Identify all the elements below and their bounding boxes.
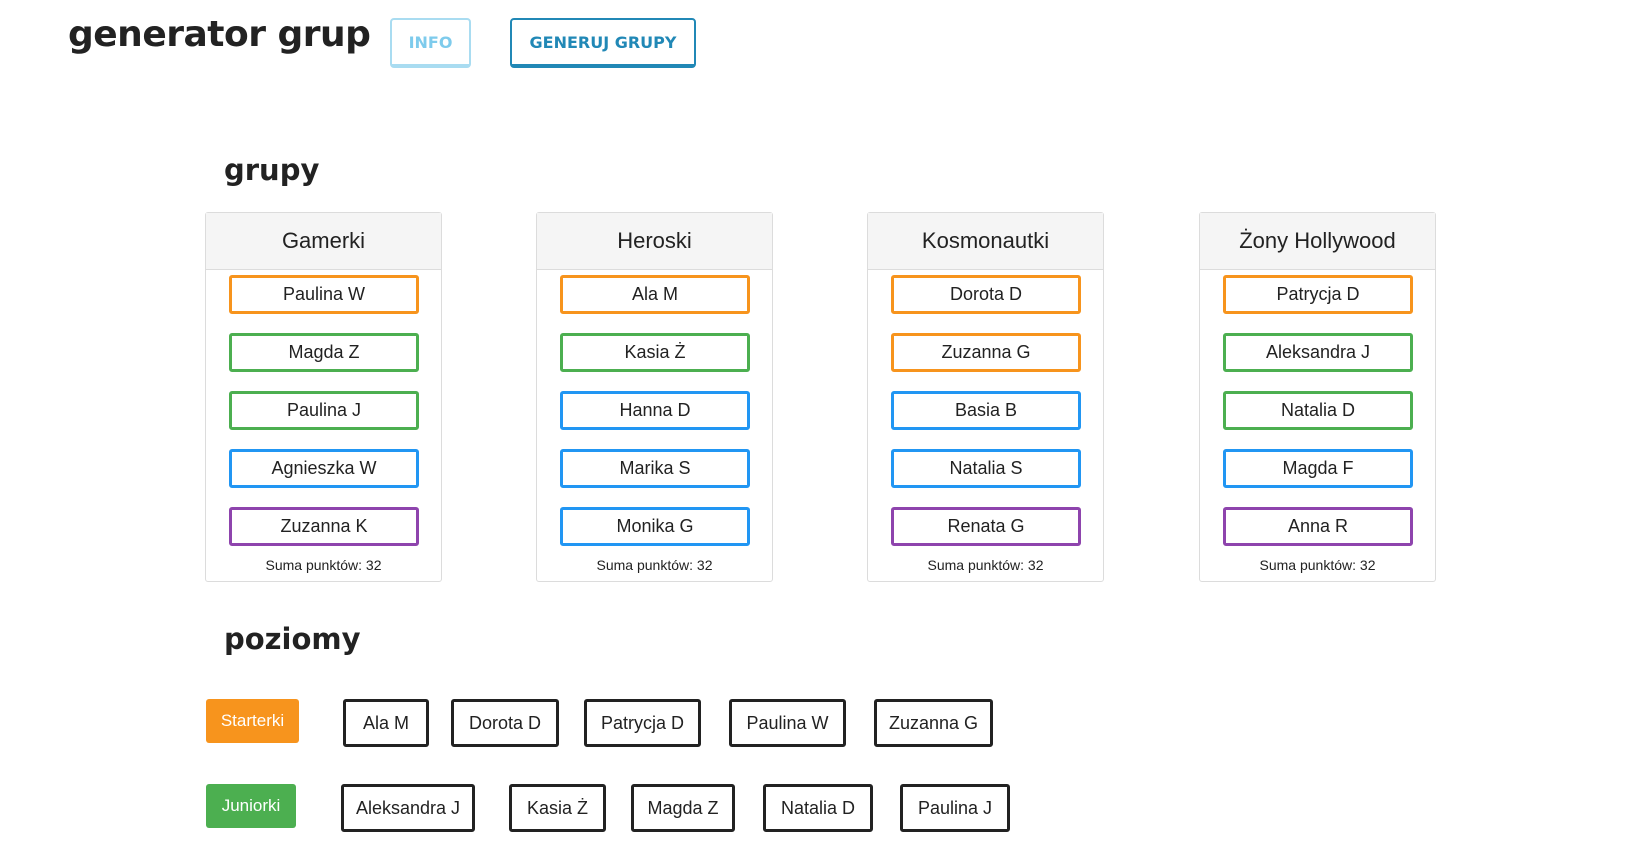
group-card: Gamerki Paulina W Magda Z Paulina J Agni…: [205, 212, 442, 582]
group-members: Patrycja D Aleksandra J Natalia D Magda …: [1223, 275, 1413, 565]
member-chip[interactable]: Renata G: [891, 507, 1081, 546]
member-chip[interactable]: Magda Z: [229, 333, 419, 372]
group-points-sum: Suma punktów: 32: [596, 557, 713, 573]
group-points-sum: Suma punktów: 32: [265, 557, 382, 573]
member-chip[interactable]: Natalia D: [1223, 391, 1413, 430]
level-member-chip[interactable]: Patrycja D: [584, 699, 701, 747]
member-chip[interactable]: Aleksandra J: [1223, 333, 1413, 372]
levels-section-title: poziomy: [224, 622, 361, 656]
level-member-chip[interactable]: Magda Z: [631, 784, 735, 832]
group-card: Żony Hollywood Patrycja D Aleksandra J N…: [1199, 212, 1436, 582]
member-chip[interactable]: Paulina W: [229, 275, 419, 314]
info-button[interactable]: INFO: [390, 18, 471, 68]
app-header: generator grup INFO GENERUJ GRUPY: [0, 0, 1630, 90]
level-badge-juniorki: Juniorki: [206, 784, 296, 828]
group-name: Kosmonautki: [868, 213, 1103, 270]
group-name: Żony Hollywood: [1200, 213, 1435, 270]
group-members: Ala M Kasia Ż Hanna D Marika S Monika G: [560, 275, 750, 565]
groups-section-title: grupy: [224, 153, 320, 187]
level-member-chip[interactable]: Paulina J: [900, 784, 1010, 832]
group-card: Heroski Ala M Kasia Ż Hanna D Marika S M…: [536, 212, 773, 582]
member-chip[interactable]: Hanna D: [560, 391, 750, 430]
member-chip[interactable]: Anna R: [1223, 507, 1413, 546]
app-logo[interactable]: generator grup: [68, 14, 371, 55]
level-member-chip[interactable]: Dorota D: [451, 699, 559, 747]
group-name: Heroski: [537, 213, 772, 270]
level-badge-starterki: Starterki: [206, 699, 299, 743]
member-chip[interactable]: Agnieszka W: [229, 449, 419, 488]
group-members: Dorota D Zuzanna G Basia B Natalia S Ren…: [891, 275, 1081, 565]
group-name: Gamerki: [206, 213, 441, 270]
level-member-chip[interactable]: Paulina W: [729, 699, 846, 747]
member-chip[interactable]: Monika G: [560, 507, 750, 546]
level-member-chip[interactable]: Ala M: [343, 699, 429, 747]
group-points-sum: Suma punktów: 32: [927, 557, 1044, 573]
group-card: Kosmonautki Dorota D Zuzanna G Basia B N…: [867, 212, 1104, 582]
member-chip[interactable]: Magda F: [1223, 449, 1413, 488]
member-chip[interactable]: Marika S: [560, 449, 750, 488]
generate-groups-button[interactable]: GENERUJ GRUPY: [510, 18, 696, 68]
group-members: Paulina W Magda Z Paulina J Agnieszka W …: [229, 275, 419, 565]
member-chip[interactable]: Natalia S: [891, 449, 1081, 488]
member-chip[interactable]: Dorota D: [891, 275, 1081, 314]
level-member-chip[interactable]: Natalia D: [763, 784, 873, 832]
level-member-chip[interactable]: Kasia Ż: [509, 784, 606, 832]
group-points-sum: Suma punktów: 32: [1259, 557, 1376, 573]
member-chip[interactable]: Patrycja D: [1223, 275, 1413, 314]
member-chip[interactable]: Zuzanna K: [229, 507, 419, 546]
member-chip[interactable]: Kasia Ż: [560, 333, 750, 372]
member-chip[interactable]: Paulina J: [229, 391, 419, 430]
level-member-chip[interactable]: Zuzanna G: [874, 699, 993, 747]
member-chip[interactable]: Basia B: [891, 391, 1081, 430]
member-chip[interactable]: Ala M: [560, 275, 750, 314]
level-member-chip[interactable]: Aleksandra J: [341, 784, 475, 832]
member-chip[interactable]: Zuzanna G: [891, 333, 1081, 372]
